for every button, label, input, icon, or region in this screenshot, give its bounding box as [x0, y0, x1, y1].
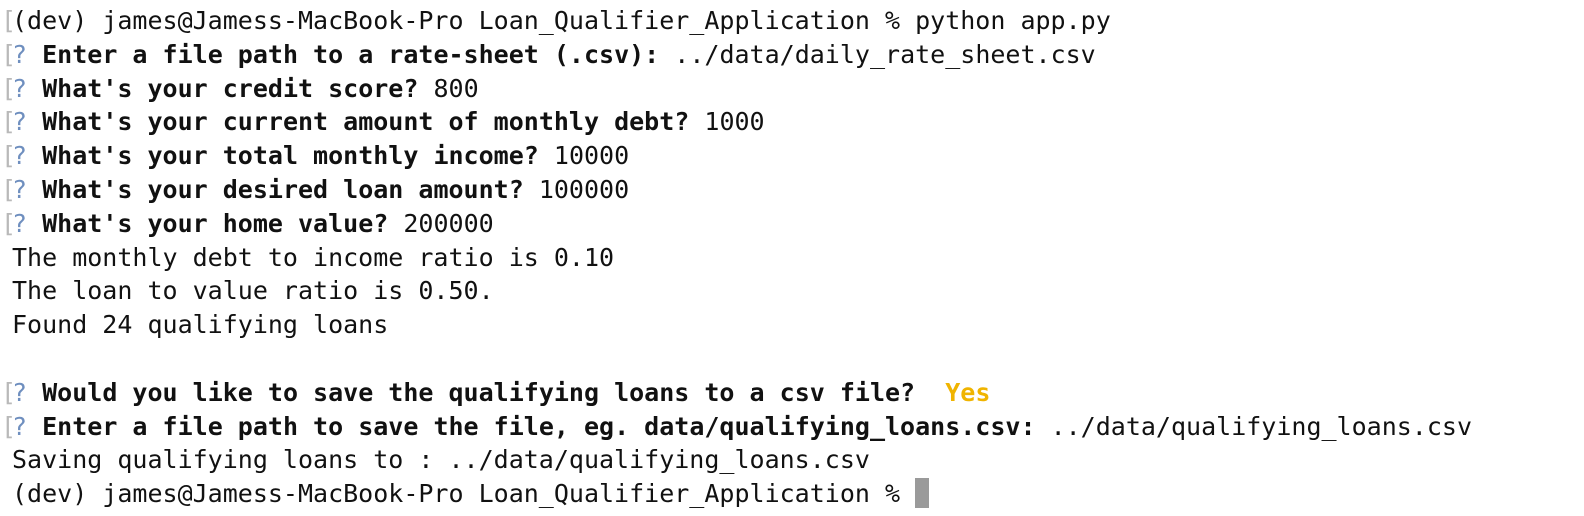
result-line-found-loans: Found 24 qualifying loans — [12, 310, 389, 340]
text-cursor[interactable] — [915, 478, 930, 509]
line-bracket: [ — [1, 411, 17, 441]
command-line: [(dev) james@Jamess-MacBook-Pro Loan_Qua… — [0, 4, 1584, 38]
question-text: What's your credit score? — [42, 73, 419, 103]
question-line-save-confirm: [? Would you like to save the qualifying… — [0, 376, 1584, 410]
question-text: Enter a file path to a rate-sheet (.csv)… — [42, 39, 660, 69]
question-text: What's your current amount of monthly de… — [42, 107, 690, 137]
line-bracket: [ — [1, 141, 17, 171]
final-prompt-line[interactable]: (dev) james@Jamess-MacBook-Pro Loan_Qual… — [0, 477, 1584, 511]
result-line-ltv: The loan to value ratio is 0.50. — [12, 276, 494, 306]
question-text: Enter a file path to save the file, eg. … — [42, 411, 1036, 441]
yes-answer: Yes — [945, 377, 991, 407]
line-bracket: [ — [1, 174, 17, 204]
command-text: python app.py — [915, 6, 1111, 35]
answer-text: ../data/daily_rate_sheet.csv — [674, 39, 1096, 69]
question-text: Would you like to save the qualifying lo… — [42, 377, 916, 407]
line-bracket: [ — [1, 39, 17, 69]
line-bracket: [ — [1, 107, 17, 137]
saving-message-line: Saving qualifying loans to : ../data/qua… — [12, 445, 870, 475]
answer-text: 10000 — [553, 141, 630, 171]
terminal-window[interactable]: [(dev) james@Jamess-MacBook-Pro Loan_Qua… — [0, 0, 1584, 516]
shell-prompt: (dev) james@Jamess-MacBook-Pro Loan_Qual… — [12, 479, 901, 509]
answer-text: 1000 — [704, 107, 765, 137]
line-bracket: [ — [1, 73, 17, 103]
question-text: What's your desired loan amount? — [42, 174, 524, 204]
answer-text: 800 — [433, 73, 479, 103]
shell-prompt: (dev) james@Jamess-MacBook-Pro Loan_Qual… — [12, 6, 901, 35]
question-text: What's your home value? — [42, 208, 389, 238]
answer-text: 100000 — [538, 174, 630, 204]
question-line-loan-amount: [? What's your desired loan amount? 1000… — [0, 173, 1584, 207]
result-line-dti: The monthly debt to income ratio is 0.10 — [12, 242, 615, 272]
question-text: What's your total monthly income? — [42, 141, 539, 171]
line-bracket: [ — [1, 6, 17, 35]
question-line-home-value: [? What's your home value? 200000 — [0, 207, 1584, 241]
line-bracket: [ — [1, 377, 17, 407]
question-line-monthly-debt: [? What's your current amount of monthly… — [0, 105, 1584, 139]
answer-text: ../data/qualifying_loans.csv — [1050, 411, 1473, 441]
question-line-monthly-income: [? What's your total monthly income? 100… — [0, 139, 1584, 173]
question-line-save-path: [? Enter a file path to save the file, e… — [0, 410, 1584, 444]
answer-text: 200000 — [403, 208, 494, 238]
line-bracket: [ — [1, 208, 17, 238]
question-line-rate-sheet: [? Enter a file path to a rate-sheet (.c… — [0, 38, 1584, 72]
question-line-credit-score: [? What's your credit score? 800 — [0, 72, 1584, 106]
